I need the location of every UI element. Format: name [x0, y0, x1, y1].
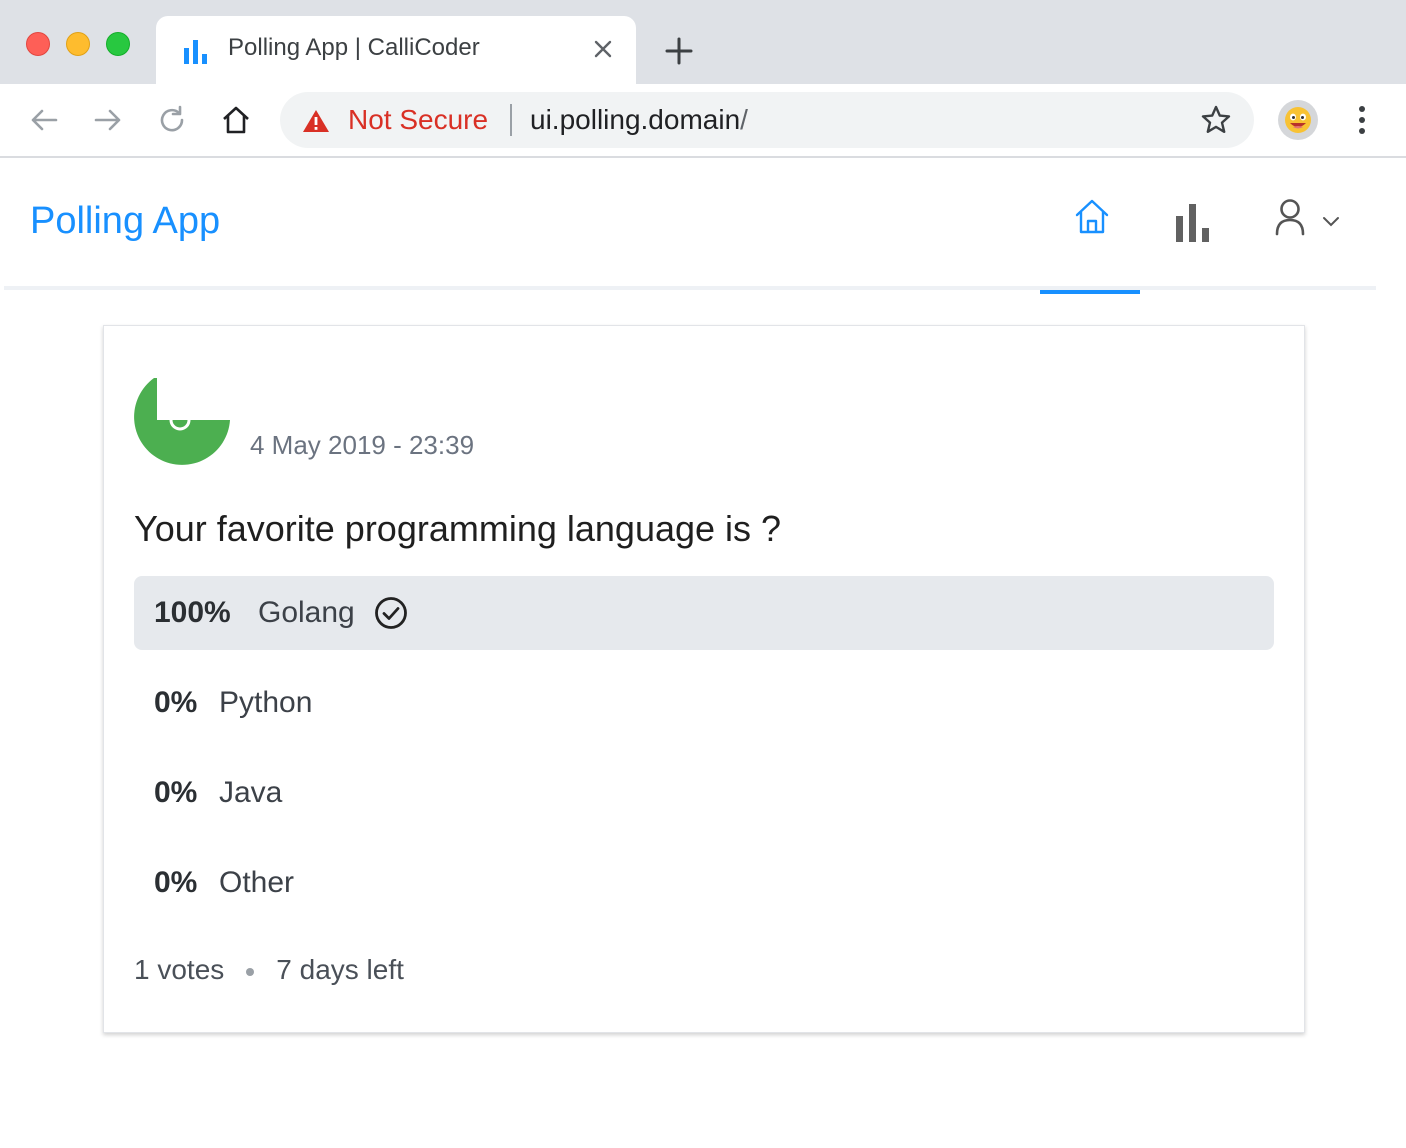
- profile-avatar[interactable]: [1278, 100, 1318, 140]
- window-minimize-button[interactable]: [66, 32, 90, 56]
- url-text[interactable]: ui.polling.domain/: [530, 104, 748, 136]
- choice-label: Golang: [258, 596, 355, 629]
- app-header: Polling App: [4, 158, 1376, 294]
- separator-dot: [246, 967, 255, 976]
- tab-title: Polling App | CalliCoder: [228, 34, 480, 61]
- poll-choice-result: 0% Java: [134, 756, 1274, 830]
- warning-icon: [303, 110, 329, 132]
- active-nav-indicator: [1040, 290, 1140, 294]
- window-close-button[interactable]: [26, 32, 50, 56]
- poll-question: Your favorite programming language is ?: [134, 508, 782, 549]
- choice-label: Java: [219, 776, 283, 809]
- bar-chart-icon: [1176, 204, 1209, 242]
- chevron-down-icon: [1323, 217, 1339, 227]
- security-status-label[interactable]: Not Secure: [348, 104, 488, 136]
- poll-choice-result: 0% Other: [134, 846, 1274, 920]
- time-left: 7 days left: [276, 954, 404, 985]
- nav-item-new-poll[interactable]: [1154, 158, 1234, 286]
- new-tab-icon[interactable]: [664, 36, 694, 66]
- forward-arrow-icon[interactable]: [92, 104, 124, 136]
- choice-label: Python: [219, 686, 313, 719]
- check-circle-icon: [375, 597, 407, 629]
- emoji-face-icon: [1285, 107, 1311, 133]
- poll-card: 4 May 2019 - 23:39 Your favorite program…: [103, 325, 1305, 1033]
- more-menu-icon[interactable]: [1350, 102, 1374, 138]
- browser-tab-strip: Polling App | CalliCoder: [0, 0, 1406, 84]
- nav-item-profile-dropdown[interactable]: [1258, 158, 1358, 286]
- window-zoom-button[interactable]: [106, 32, 130, 56]
- creator-avatar: [134, 378, 230, 465]
- poll-created-date: 4 May 2019 - 23:39: [250, 430, 475, 460]
- address-divider: [510, 104, 512, 136]
- choice-percent: 0%: [154, 776, 198, 809]
- back-arrow-icon[interactable]: [28, 104, 60, 136]
- reload-icon[interactable]: [156, 104, 188, 136]
- poll-choice-result: 0% Python: [134, 666, 1274, 740]
- home-icon: [1075, 199, 1109, 234]
- home-browser-icon[interactable]: [220, 104, 252, 136]
- close-tab-icon[interactable]: [592, 38, 614, 60]
- bar-chart-favicon-icon: [184, 40, 207, 64]
- choice-percent: 0%: [154, 686, 198, 719]
- nav-item-home[interactable]: [1040, 158, 1140, 294]
- choice-percent: 100%: [154, 596, 231, 629]
- bookmark-star-icon[interactable]: [1200, 104, 1232, 136]
- poll-footer: 1 votes 7 days left: [134, 954, 404, 986]
- browser-tab[interactable]: Polling App | CalliCoder: [156, 16, 636, 84]
- user-icon: [1275, 199, 1305, 236]
- poll-choice-result: 100% Golang: [134, 576, 1274, 650]
- vote-count: 1 votes: [134, 954, 225, 985]
- browser-toolbar: Not Secure ui.polling.domain/: [0, 84, 1406, 158]
- choice-label: Other: [219, 866, 295, 899]
- choice-percent: 0%: [154, 866, 198, 899]
- address-bar[interactable]: Not Secure ui.polling.domain/: [280, 92, 1254, 148]
- app-title-link[interactable]: Polling App: [30, 200, 220, 243]
